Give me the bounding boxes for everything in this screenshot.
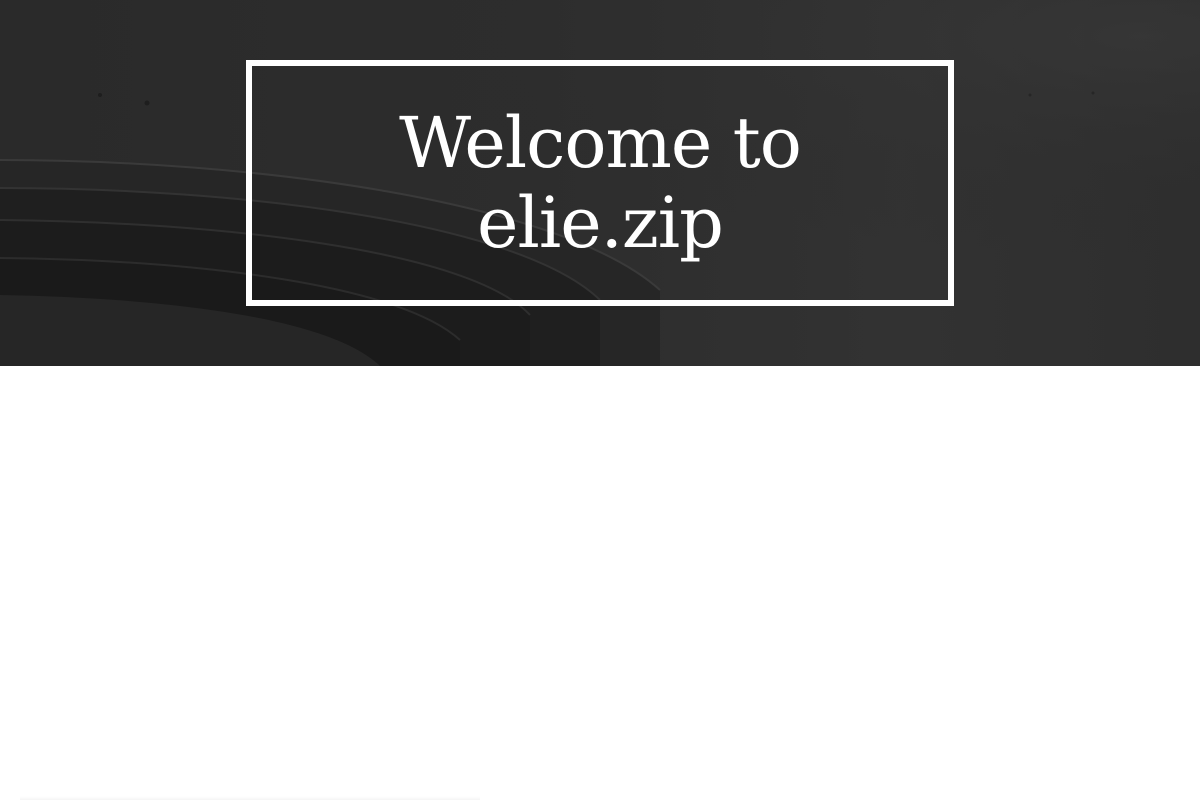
content-edge-shadow [20, 796, 480, 800]
title-frame: Welcome to elie.zip [246, 60, 954, 306]
page-title: Welcome to elie.zip [399, 102, 802, 264]
hero-banner: Welcome to elie.zip [0, 0, 1200, 366]
page: Welcome to elie.zip [0, 0, 1200, 800]
